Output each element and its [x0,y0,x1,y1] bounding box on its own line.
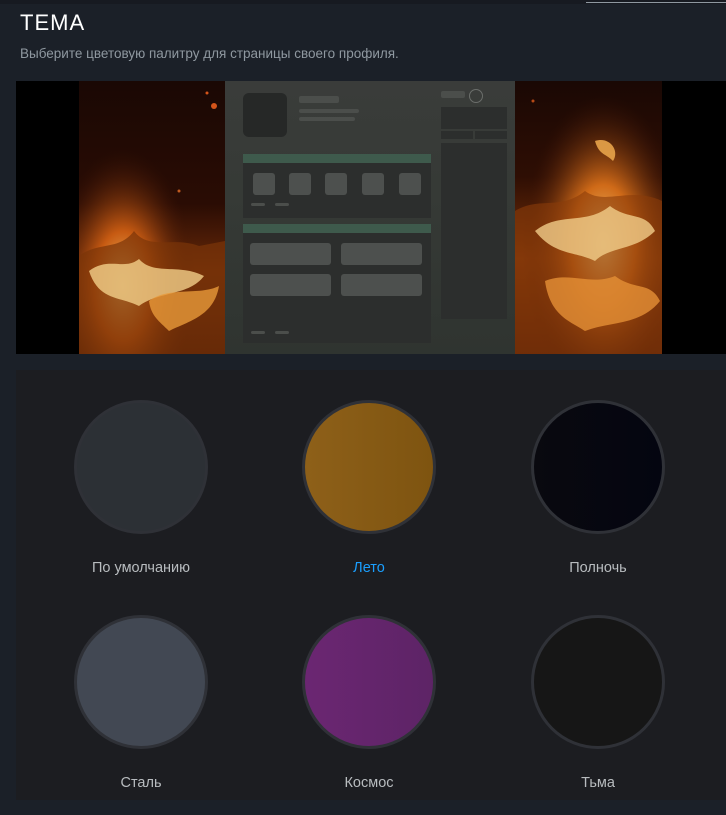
text-placeholder [251,331,265,334]
text-placeholder [299,109,359,113]
section-subtitle: Выберите цветовую палитру для страницы с… [20,46,399,61]
showcase-item [341,243,422,265]
theme-swatch-steel[interactable] [74,615,208,749]
theme-swatch-darkness[interactable] [531,615,665,749]
theme-selector: По умолчанию Лето Полночь Сталь Космос Т… [16,370,726,800]
theme-swatch-summer[interactable] [302,400,436,534]
sidebar-block [441,131,473,139]
showcase-item [250,243,331,265]
showcase-header [243,224,431,233]
name-placeholder [299,96,339,103]
sidebar-panel [441,143,507,319]
theme-label-default: По умолчанию [91,560,191,576]
theme-swatch-midnight[interactable] [531,400,665,534]
theme-swatch-default[interactable] [74,400,208,534]
theme-preview [16,81,726,354]
theme-label-summer: Лето [353,560,385,576]
text-placeholder [275,203,289,206]
showcase-item [250,274,331,296]
theme-option-cosmos[interactable]: Космос [269,615,469,815]
showcase-header [243,154,431,163]
profile-layout-mockup [225,81,515,354]
avatar-placeholder [243,93,287,137]
sidebar-block [475,131,507,139]
text-placeholder [251,203,265,206]
text-placeholder [275,331,289,334]
theme-label-steel: Сталь [120,775,162,791]
theme-option-default[interactable]: По умолчанию [41,400,241,600]
theme-option-midnight[interactable]: Полночь [498,400,698,600]
theme-label-midnight: Полночь [569,560,627,576]
section-title: ТЕМА [20,10,86,35]
showcase-item [341,274,422,296]
sidebar-block [441,107,507,129]
theme-option-summer[interactable]: Лето [269,400,469,600]
theme-label-darkness: Тьма [581,775,615,791]
showcase-item [325,173,347,195]
theme-section-header: ТЕМА Выберите цветовую палитру для стран… [20,10,399,61]
fire-artwork-right [515,81,662,354]
fire-artwork-left [79,81,225,354]
showcase-item [399,173,421,195]
theme-label-cosmos: Космос [344,775,394,791]
top-link[interactable] [586,0,726,3]
theme-option-darkness[interactable]: Тьма [498,615,698,815]
level-circle [469,89,483,103]
showcase-item [289,173,311,195]
showcase-item [362,173,384,195]
level-placeholder [441,91,465,98]
text-placeholder [299,117,355,121]
theme-swatch-cosmos[interactable] [302,615,436,749]
theme-option-steel[interactable]: Сталь [41,615,241,815]
showcase-item [253,173,275,195]
